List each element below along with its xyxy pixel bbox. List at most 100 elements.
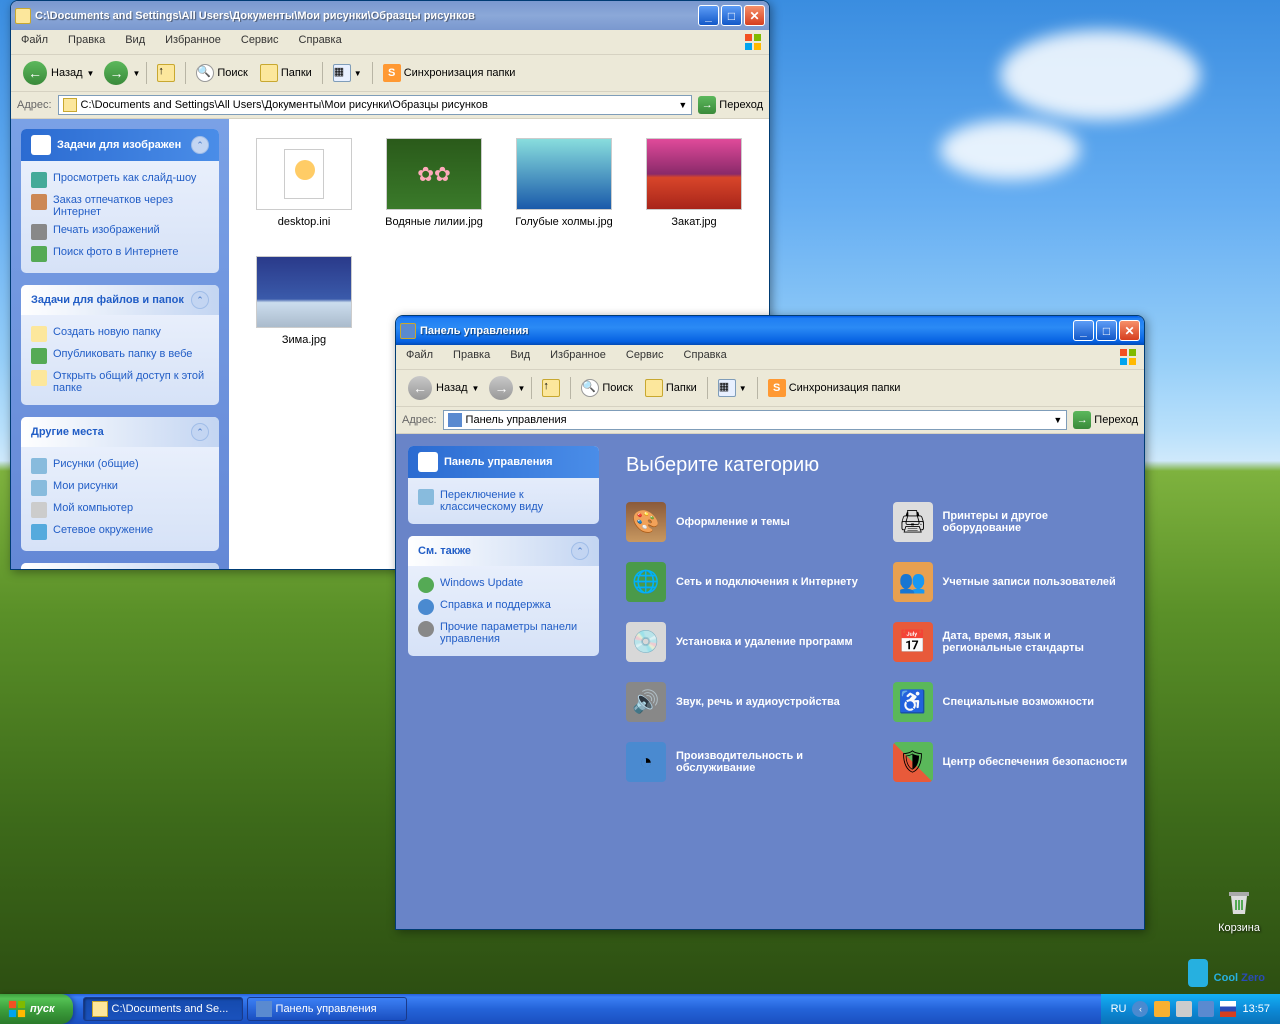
- explorer-title: C:\Documents and Settings\All Users\Доку…: [35, 10, 698, 22]
- category-sound[interactable]: 🔊Звук, речь и аудиоустройства: [626, 682, 863, 722]
- images-tasks-header[interactable]: 🖼Задачи для изображен ⌃: [21, 129, 219, 161]
- sync-button[interactable]: SСинхронизация папки: [379, 62, 520, 84]
- minimize-button[interactable]: _: [698, 5, 719, 26]
- file-item[interactable]: Голубые холмы.jpg: [504, 134, 624, 232]
- switch-classic-view[interactable]: Переключение к классическому виду: [418, 486, 589, 516]
- file-item[interactable]: ✿✿Водяные лилии.jpg: [374, 134, 494, 232]
- task-share[interactable]: Открыть общий доступ к этой папке: [31, 367, 209, 397]
- category-network[interactable]: 🌐Сеть и подключения к Интернету: [626, 562, 863, 602]
- file-item[interactable]: desktop.ini: [244, 134, 364, 232]
- menu-tools[interactable]: Сервис: [237, 32, 283, 52]
- language-indicator[interactable]: RU: [1111, 1003, 1127, 1015]
- taskbar: пуск C:\Documents and Se... Панель управ…: [0, 994, 1280, 1024]
- menu-file[interactable]: Файл: [17, 32, 52, 52]
- collapse-icon[interactable]: ⌃: [191, 136, 209, 154]
- places-header[interactable]: Другие места ⌃: [21, 417, 219, 447]
- search-button[interactable]: 🔍Поиск: [577, 377, 636, 399]
- menu-favorites[interactable]: Избранное: [546, 347, 610, 367]
- maximize-button[interactable]: □: [721, 5, 742, 26]
- cp-main-header[interactable]: ⚙Панель управления: [408, 446, 599, 478]
- place-my-computer[interactable]: Мой компьютер: [31, 499, 209, 521]
- minimize-button[interactable]: _: [1073, 320, 1094, 341]
- folders-button[interactable]: Папки: [256, 62, 316, 84]
- details-header[interactable]: Подробно ⌃: [21, 563, 219, 569]
- views-button[interactable]: ▦▼: [329, 62, 366, 84]
- task-order-prints[interactable]: Заказ отпечатков через Интернет: [31, 191, 209, 221]
- control-panel-title: Панель управления: [420, 325, 1073, 337]
- go-button[interactable]: →Переход: [1073, 411, 1138, 429]
- address-input[interactable]: C:\Documents and Settings\All Users\Доку…: [58, 95, 693, 115]
- address-input[interactable]: Панель управления ▼: [443, 410, 1068, 430]
- close-button[interactable]: ✕: [1119, 320, 1140, 341]
- file-item[interactable]: Закат.jpg: [634, 134, 754, 232]
- task-publish[interactable]: Опубликовать папку в вебе: [31, 345, 209, 367]
- sync-button[interactable]: SСинхронизация папки: [764, 377, 905, 399]
- category-printers[interactable]: 🖨Принтеры и другое оборудование: [893, 502, 1130, 542]
- dropdown-icon[interactable]: ▼: [1053, 415, 1062, 425]
- dropdown-icon[interactable]: ▼: [678, 100, 687, 110]
- menu-edit[interactable]: Правка: [64, 32, 109, 52]
- collapse-icon[interactable]: ⌃: [571, 542, 589, 560]
- tray-icon[interactable]: ‹: [1132, 1001, 1148, 1017]
- collapse-icon[interactable]: ⌃: [191, 423, 209, 441]
- clock[interactable]: 13:57: [1242, 1003, 1270, 1015]
- files-tasks-header[interactable]: Задачи для файлов и папок ⌃: [21, 285, 219, 315]
- explorer-toolbar: ←Назад▼ →▼ ↑ 🔍Поиск Папки ▦▼ SСинхрониза…: [11, 55, 769, 92]
- maximize-button[interactable]: □: [1096, 320, 1117, 341]
- menu-view[interactable]: Вид: [506, 347, 534, 367]
- menu-edit[interactable]: Правка: [449, 347, 494, 367]
- task-find-photos[interactable]: Поиск фото в Интернете: [31, 243, 209, 265]
- link-help-support[interactable]: Справка и поддержка: [418, 596, 589, 618]
- task-new-folder[interactable]: Создать новую папку: [31, 323, 209, 345]
- recycle-bin[interactable]: Корзина: [1218, 886, 1260, 934]
- category-users[interactable]: 👥Учетные записи пользователей: [893, 562, 1130, 602]
- close-button[interactable]: ✕: [744, 5, 765, 26]
- usb-icon: [1188, 959, 1208, 987]
- menu-help[interactable]: Справка: [295, 32, 346, 52]
- cp-see-also-header[interactable]: См. также ⌃: [408, 536, 599, 566]
- menu-tools[interactable]: Сервис: [622, 347, 668, 367]
- category-accessibility[interactable]: ♿Специальные возможности: [893, 682, 1130, 722]
- search-button[interactable]: 🔍Поиск: [192, 62, 251, 84]
- menu-file[interactable]: Файл: [402, 347, 437, 367]
- taskbar-button-control-panel[interactable]: Панель управления: [247, 997, 407, 1021]
- control-panel-menubar: Файл Правка Вид Избранное Сервис Справка: [396, 345, 1144, 370]
- windows-flag-icon: [743, 32, 763, 52]
- category-date-time[interactable]: 📅Дата, время, язык и региональные станда…: [893, 622, 1130, 662]
- menu-favorites[interactable]: Избранное: [161, 32, 225, 52]
- taskbar-button-explorer[interactable]: C:\Documents and Se...: [83, 997, 243, 1021]
- category-performance[interactable]: ◔Производительность и обслуживание: [626, 742, 863, 782]
- views-button[interactable]: ▦▼: [714, 377, 751, 399]
- link-windows-update[interactable]: Windows Update: [418, 574, 589, 596]
- up-button[interactable]: ↑: [538, 377, 564, 399]
- place-my-pics[interactable]: Мои рисунки: [31, 477, 209, 499]
- task-slideshow[interactable]: Просмотреть как слайд-шоу: [31, 169, 209, 191]
- tray-flag-icon[interactable]: [1220, 1001, 1236, 1017]
- tray-shield-icon[interactable]: [1154, 1001, 1170, 1017]
- category-security[interactable]: 🛡Центр обеспечения безопасности: [893, 742, 1130, 782]
- place-shared-pics[interactable]: Рисунки (общие): [31, 455, 209, 477]
- task-print[interactable]: Печать изображений: [31, 221, 209, 243]
- menu-help[interactable]: Справка: [680, 347, 731, 367]
- tray-network-icon[interactable]: [1198, 1001, 1214, 1017]
- start-button[interactable]: пуск: [0, 994, 73, 1024]
- category-appearance[interactable]: 🎨Оформление и темы: [626, 502, 863, 542]
- back-button[interactable]: ←Назад▼: [17, 59, 100, 87]
- menu-view[interactable]: Вид: [121, 32, 149, 52]
- up-button[interactable]: ↑: [153, 62, 179, 84]
- back-button[interactable]: ←Назад▼: [402, 374, 485, 402]
- control-panel-icon: [256, 1001, 272, 1017]
- tray-volume-icon[interactable]: [1176, 1001, 1192, 1017]
- link-other-options[interactable]: Прочие параметры панели управления: [418, 618, 589, 648]
- forward-button[interactable]: →: [489, 376, 513, 400]
- category-add-remove[interactable]: 💿Установка и удаление программ: [626, 622, 863, 662]
- go-button[interactable]: →Переход: [698, 96, 763, 114]
- file-item[interactable]: Зима.jpg: [244, 252, 364, 350]
- control-panel-titlebar[interactable]: Панель управления _ □ ✕: [396, 316, 1144, 345]
- explorer-titlebar[interactable]: C:\Documents and Settings\All Users\Доку…: [11, 1, 769, 30]
- forward-button[interactable]: →: [104, 61, 128, 85]
- folders-button[interactable]: Папки: [641, 377, 701, 399]
- collapse-icon[interactable]: ⌃: [191, 291, 209, 309]
- control-panel-icon: [448, 413, 462, 427]
- place-network[interactable]: Сетевое окружение: [31, 521, 209, 543]
